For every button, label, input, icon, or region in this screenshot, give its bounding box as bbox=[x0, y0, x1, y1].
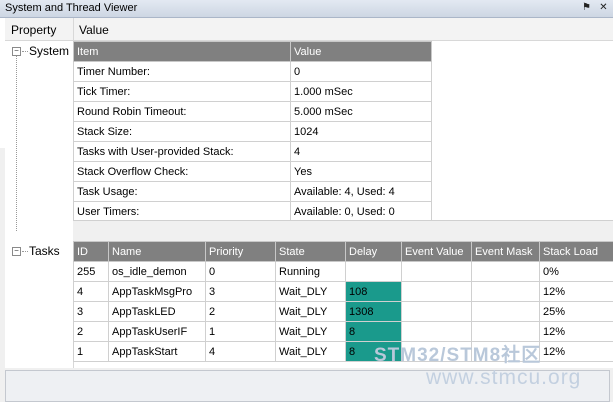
event-value-column-header[interactable]: Event Value bbox=[401, 241, 472, 262]
system-info-table: Item Value Timer Number: 0 Tick Timer: 1.0… bbox=[73, 41, 432, 222]
value-cell: 0 bbox=[290, 61, 432, 82]
table-row[interactable]: 2 AppTaskUserIF 1 Wait_DLY 8 12% bbox=[73, 321, 613, 342]
column-header-bar: Property Value bbox=[5, 18, 613, 41]
window-title: System and Thread Viewer bbox=[5, 2, 138, 14]
item-cell: Timer Number: bbox=[73, 61, 291, 82]
table-header-row: ID Name Priority State Delay Event Value… bbox=[73, 241, 613, 262]
id-cell: 255 bbox=[73, 261, 109, 282]
tree-connector bbox=[16, 56, 17, 231]
value-cell: 1024 bbox=[290, 121, 432, 142]
item-cell: Stack Size: bbox=[73, 121, 291, 142]
name-cell: AppTaskMsgPro bbox=[108, 281, 206, 302]
table-row[interactable]: 4 AppTaskMsgPro 3 Wait_DLY 108 12% bbox=[73, 281, 613, 302]
state-cell: Wait_DLY bbox=[275, 321, 346, 342]
property-column-header[interactable]: Property bbox=[11, 23, 56, 37]
priority-column-header[interactable]: Priority bbox=[205, 241, 276, 262]
table-row[interactable]: User Timers: Available: 0, Used: 0 bbox=[73, 201, 432, 222]
delay-cell bbox=[345, 261, 402, 282]
state-cell: Running bbox=[275, 261, 346, 282]
id-cell: 3 bbox=[73, 301, 109, 322]
stack-load-cell: 12% bbox=[539, 321, 613, 342]
item-cell: Round Robin Timeout: bbox=[73, 101, 291, 122]
tree-connector bbox=[22, 251, 28, 252]
id-cell: 2 bbox=[73, 321, 109, 342]
event-mask-column-header[interactable]: Event Mask bbox=[471, 241, 540, 262]
value-column-header[interactable]: Value bbox=[79, 23, 109, 37]
collapse-system-icon[interactable]: − bbox=[12, 47, 21, 56]
item-column-header[interactable]: Item bbox=[73, 41, 291, 62]
name-cell: AppTaskStart bbox=[108, 341, 206, 362]
table-row[interactable]: Timer Number: 0 bbox=[73, 61, 432, 82]
stack-load-cell: 12% bbox=[539, 341, 613, 362]
name-cell: AppTaskLED bbox=[108, 301, 206, 322]
value-cell: Available: 4, Used: 4 bbox=[290, 181, 432, 202]
watermark-url: www.stmcu.org bbox=[426, 366, 582, 389]
viewer-panel: Property Value − System − Tasks Item Val… bbox=[5, 18, 613, 368]
window-titlebar: System and Thread Viewer ⚑ ✕ bbox=[0, 0, 613, 18]
stack-load-cell: 25% bbox=[539, 301, 613, 322]
item-cell: Task Usage: bbox=[73, 181, 291, 202]
table-row[interactable]: Stack Overflow Check: Yes bbox=[73, 161, 432, 182]
table-row[interactable]: Task Usage: Available: 4, Used: 4 bbox=[73, 181, 432, 202]
item-cell: Stack Overflow Check: bbox=[73, 161, 291, 182]
table-header-row: Item Value bbox=[73, 41, 432, 62]
table-spacer bbox=[73, 220, 613, 243]
stack-load-column-header[interactable]: Stack Load bbox=[539, 241, 613, 262]
pin-icon[interactable]: ⚑ bbox=[580, 1, 593, 14]
id-cell: 4 bbox=[73, 281, 109, 302]
priority-cell: 0 bbox=[205, 261, 276, 282]
item-cell: Tasks with User-provided Stack: bbox=[73, 141, 291, 162]
close-icon[interactable]: ✕ bbox=[597, 1, 610, 14]
value-cell: 1.000 mSec bbox=[290, 81, 432, 102]
delay-column-header[interactable]: Delay bbox=[345, 241, 402, 262]
collapse-tasks-icon[interactable]: − bbox=[12, 247, 21, 256]
value-cell: 5.000 mSec bbox=[290, 101, 432, 122]
table-row[interactable]: 255 os_idle_demon 0 Running 0% bbox=[73, 261, 613, 282]
state-cell: Wait_DLY bbox=[275, 301, 346, 322]
event-mask-cell bbox=[471, 281, 540, 302]
state-cell: Wait_DLY bbox=[275, 341, 346, 362]
value-cell: 4 bbox=[290, 141, 432, 162]
table-row[interactable]: Tick Timer: 1.000 mSec bbox=[73, 81, 432, 102]
tree-node-system[interactable]: System bbox=[29, 44, 69, 58]
stack-load-cell: 12% bbox=[539, 281, 613, 302]
delay-cell: 8 bbox=[345, 321, 402, 342]
tree-node-tasks[interactable]: Tasks bbox=[29, 244, 60, 258]
table-row[interactable]: Tasks with User-provided Stack: 4 bbox=[73, 141, 432, 162]
table-row[interactable]: 3 AppTaskLED 2 Wait_DLY 1308 25% bbox=[73, 301, 613, 322]
event-value-cell bbox=[401, 261, 472, 282]
tree-connector bbox=[22, 51, 28, 52]
state-cell: Wait_DLY bbox=[275, 281, 346, 302]
name-column-header[interactable]: Name bbox=[108, 241, 206, 262]
event-mask-cell bbox=[471, 261, 540, 282]
event-value-cell bbox=[401, 281, 472, 302]
item-cell: User Timers: bbox=[73, 201, 291, 222]
value-cell: Yes bbox=[290, 161, 432, 182]
name-cell: os_idle_demon bbox=[108, 261, 206, 282]
table-row[interactable]: Stack Size: 1024 bbox=[73, 121, 432, 142]
event-value-cell bbox=[401, 321, 472, 342]
id-cell: 1 bbox=[73, 341, 109, 362]
event-value-cell bbox=[401, 301, 472, 322]
table-row[interactable]: Round Robin Timeout: 5.000 mSec bbox=[73, 101, 432, 122]
delay-cell: 1308 bbox=[345, 301, 402, 322]
priority-cell: 1 bbox=[205, 321, 276, 342]
priority-cell: 4 bbox=[205, 341, 276, 362]
delay-cell: 108 bbox=[345, 281, 402, 302]
priority-cell: 2 bbox=[205, 301, 276, 322]
stack-load-cell: 0% bbox=[539, 261, 613, 282]
event-mask-cell bbox=[471, 321, 540, 342]
value-cell: Available: 0, Used: 0 bbox=[290, 201, 432, 222]
id-column-header[interactable]: ID bbox=[73, 241, 109, 262]
value-column-header[interactable]: Value bbox=[290, 41, 432, 62]
name-cell: AppTaskUserIF bbox=[108, 321, 206, 342]
priority-cell: 3 bbox=[205, 281, 276, 302]
system-thread-viewer-window: System and Thread Viewer ⚑ ✕ Property Va… bbox=[0, 0, 613, 402]
watermark-title: STM32/STM8社区 bbox=[374, 345, 542, 366]
event-mask-cell bbox=[471, 301, 540, 322]
state-column-header[interactable]: State bbox=[275, 241, 346, 262]
item-cell: Tick Timer: bbox=[73, 81, 291, 102]
